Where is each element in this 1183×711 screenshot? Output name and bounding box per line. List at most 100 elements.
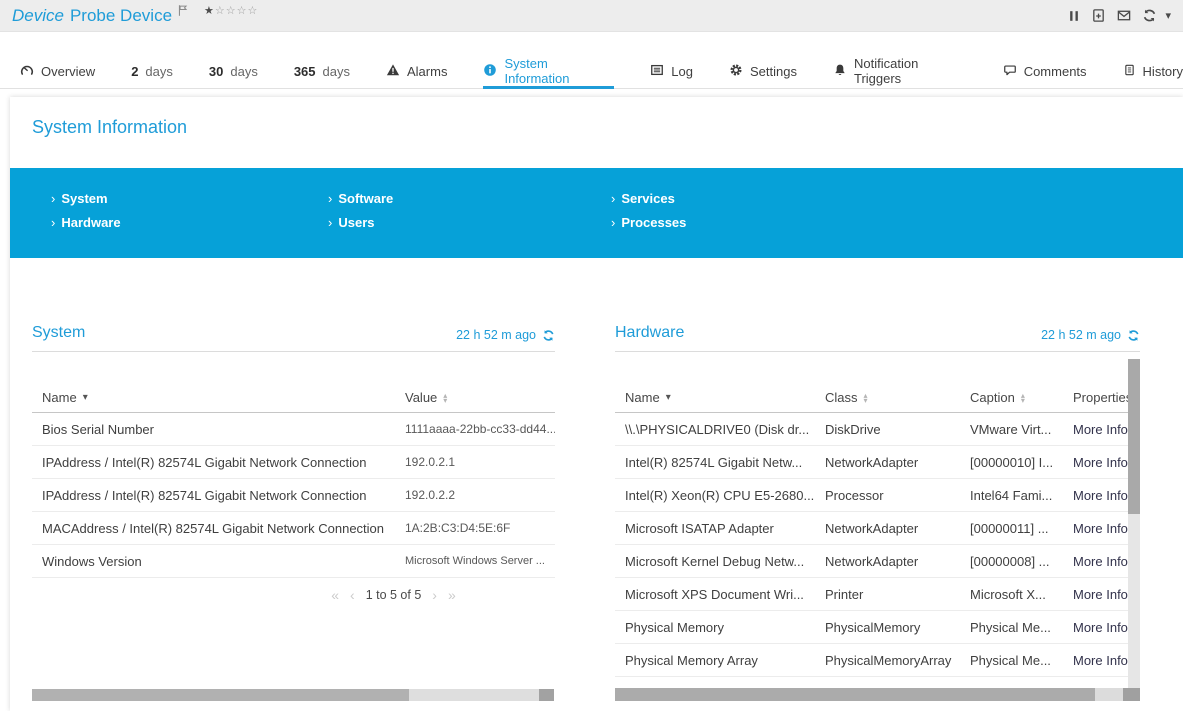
table-row: Intel(R) 82574L Gigabit Netw... NetworkA…	[615, 446, 1140, 479]
log-list-icon	[650, 63, 664, 80]
quick-link-hardware[interactable]: › Hardware	[51, 215, 328, 230]
table-row: Microsoft ISATAP Adapter NetworkAdapter …	[615, 512, 1140, 545]
add-report-icon[interactable]	[1091, 8, 1106, 23]
tab-365-days[interactable]: 365 days	[294, 56, 350, 89]
table-row: Intel(R) Xeon(R) CPU E5-2680... Processo…	[615, 479, 1140, 512]
table-row: Microsoft XPS Document Wri... Printer Mi…	[615, 578, 1140, 611]
quick-links-col-2: › Software › Users	[328, 191, 611, 258]
tab-overview[interactable]: Overview	[20, 56, 95, 89]
system-updated[interactable]: 22 h 52 m ago	[456, 328, 555, 342]
tab-history[interactable]: History	[1123, 56, 1183, 89]
column-header-name[interactable]: Name ▾	[625, 390, 825, 405]
next-page-button[interactable]: ›	[432, 587, 437, 603]
hardware-panel: Hardware 22 h 52 m ago Name ▾ Class ▴ ▾ C…	[615, 324, 1140, 691]
star-empty-icon[interactable]: ☆	[237, 5, 248, 17]
column-header-caption[interactable]: Caption ▴ ▾	[970, 390, 1073, 405]
gear-icon	[729, 63, 743, 80]
gauge-icon	[20, 63, 34, 80]
chevron-right-icon: ›	[51, 215, 56, 230]
sort-icon: ▴ ▾	[1020, 390, 1025, 405]
table-row: Windows Version Microsoft Windows Server…	[32, 545, 555, 578]
hardware-table-header: Name ▾ Class ▴ ▾ Caption ▴ ▾ Properties	[615, 390, 1140, 413]
chevron-right-icon: ›	[328, 215, 333, 230]
comment-bubble-icon	[1003, 63, 1017, 80]
tab-2-days[interactable]: 2 days	[131, 56, 173, 89]
system-panel-header: System 22 h 52 m ago	[32, 324, 555, 352]
warning-triangle-icon	[386, 63, 400, 80]
priority-flag-icon[interactable]	[177, 4, 190, 22]
table-row: Physical Memory PhysicalMemory Physical …	[615, 611, 1140, 644]
chevron-right-icon: ›	[611, 191, 616, 206]
device-type-label: Device	[12, 5, 64, 25]
tab-comments[interactable]: Comments	[1003, 56, 1087, 89]
tab-log[interactable]: Log	[650, 56, 693, 89]
chevron-right-icon: ›	[611, 215, 616, 230]
quick-link-services[interactable]: › Services	[611, 191, 1183, 206]
hardware-vertical-scrollbar[interactable]	[1128, 359, 1140, 701]
last-page-button[interactable]: »	[448, 587, 456, 603]
system-panel-title: System	[32, 324, 86, 341]
priority-stars[interactable]: ★☆☆☆☆	[204, 4, 258, 17]
device-header-bar: Device Probe Device ★☆☆☆☆ ▾	[0, 0, 1183, 32]
scrollbar-thumb[interactable]	[615, 688, 1095, 701]
column-header-class[interactable]: Class ▴ ▾	[825, 390, 970, 405]
system-panel: System 22 h 52 m ago Name ▾ Value ▴ ▾ Bio…	[32, 324, 555, 603]
device-name: Probe Device	[69, 5, 173, 25]
quick-link-processes[interactable]: › Processes	[611, 215, 1183, 230]
table-row: Microsoft Kernel Debug Netw... NetworkAd…	[615, 545, 1140, 578]
table-row: Physical Memory Array PhysicalMemoryArra…	[615, 644, 1140, 677]
tab-system-information[interactable]: System Information	[483, 56, 615, 89]
sort-icon: ▴ ▾	[863, 390, 868, 405]
hardware-horizontal-scrollbar[interactable]	[615, 688, 1140, 701]
system-table-header: Name ▾ Value ▴ ▾	[32, 390, 555, 413]
send-email-icon[interactable]	[1116, 8, 1132, 23]
first-page-button[interactable]: «	[331, 587, 339, 603]
hardware-table-rows: \\.\PHYSICALDRIVE0 (Disk dr... DiskDrive…	[615, 413, 1140, 691]
tab-alarms[interactable]: Alarms	[386, 56, 447, 89]
quick-links-col-3: › Services › Processes	[611, 191, 1183, 258]
column-header-name[interactable]: Name ▾	[42, 390, 405, 405]
table-row: IPAddress / Intel(R) 82574L Gigabit Netw…	[32, 479, 555, 512]
chevron-right-icon: ›	[51, 191, 56, 206]
quick-link-system[interactable]: › System	[51, 191, 328, 206]
scrollbar-thumb[interactable]	[1128, 359, 1140, 514]
sort-icon: ▴ ▾	[443, 390, 448, 405]
quick-links-col-1: › System › Hardware	[51, 191, 328, 258]
star-empty-icon[interactable]: ☆	[226, 5, 237, 17]
quick-links-band: › System › Hardware › Software › Users › Serv…	[10, 168, 1183, 258]
tab-notification-triggers[interactable]: Notification Triggers	[833, 56, 967, 89]
chevron-right-icon: ›	[328, 191, 333, 206]
quick-link-users[interactable]: › Users	[328, 215, 611, 230]
star-empty-icon[interactable]: ☆	[215, 5, 226, 17]
content-card: System Information › System › Hardware › So…	[10, 97, 1183, 711]
star-empty-icon[interactable]: ☆	[248, 5, 259, 17]
system-pagination: « ‹ 1 to 5 of 5 › »	[132, 587, 655, 603]
star-filled-icon[interactable]: ★	[204, 5, 215, 17]
history-page-icon	[1123, 63, 1136, 80]
scrollbar-thumb[interactable]	[32, 689, 409, 701]
system-table-rows: Bios Serial Number 1111aaaa-22bb-cc33-dd…	[32, 413, 555, 578]
hardware-panel-header: Hardware 22 h 52 m ago	[615, 324, 1140, 352]
system-horizontal-scrollbar[interactable]	[32, 689, 554, 701]
quick-link-software[interactable]: › Software	[328, 191, 611, 206]
header-actions: ▾	[1067, 8, 1171, 23]
tab-30-days[interactable]: 30 days	[209, 56, 258, 89]
refresh-icon[interactable]	[542, 329, 555, 342]
column-header-value[interactable]: Value ▴ ▾	[405, 390, 555, 405]
tab-settings[interactable]: Settings	[729, 56, 797, 89]
prev-page-button[interactable]: ‹	[350, 587, 355, 603]
refresh-icon[interactable]	[1127, 329, 1140, 342]
pause-icon[interactable]	[1067, 9, 1081, 23]
caret-down-icon[interactable]: ▾	[1165, 9, 1171, 22]
scrollbar-corner	[1123, 688, 1140, 701]
info-circle-icon	[483, 63, 497, 80]
table-row: IPAddress / Intel(R) 82574L Gigabit Netw…	[32, 446, 555, 479]
pagination-label: 1 to 5 of 5	[365, 588, 422, 602]
table-row: MACAddress / Intel(R) 82574L Gigabit Net…	[32, 512, 555, 545]
refresh-icon[interactable]	[1142, 8, 1157, 23]
table-row: \\.\PHYSICALDRIVE0 (Disk dr... DiskDrive…	[615, 413, 1140, 446]
page-title: System Information	[32, 117, 188, 137]
hardware-updated[interactable]: 22 h 52 m ago	[1041, 328, 1140, 342]
bell-icon	[833, 63, 847, 80]
hardware-panel-title: Hardware	[615, 324, 685, 341]
